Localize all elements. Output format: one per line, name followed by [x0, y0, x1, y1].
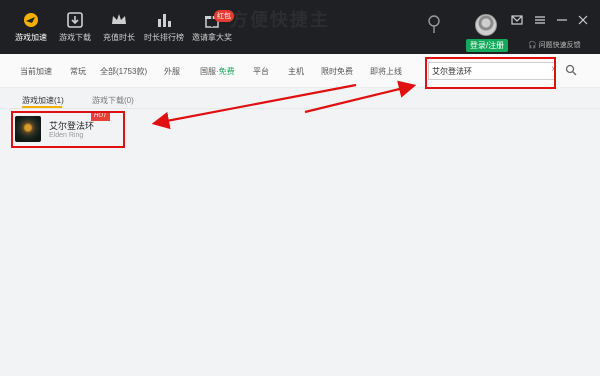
- speed-globe-icon: [24, 13, 38, 27]
- mail-icon[interactable]: [511, 14, 523, 26]
- nav-game-download[interactable]: 游戏下载: [56, 0, 94, 54]
- top-navigation-bar: 方便快捷主 游戏加速 游戏下载 充值时长 时长排行榜 邀请拿大奖 红包 登录/注…: [0, 0, 600, 54]
- tab-game-download[interactable]: 游戏下载(0): [92, 95, 134, 106]
- menu-icon[interactable]: [534, 14, 546, 26]
- nav-label: 时长排行榜: [144, 33, 184, 42]
- free-label: ·免费: [216, 67, 235, 76]
- result-tabs: 游戏加速(1) 游戏下载(0): [0, 92, 600, 108]
- headset-icon: 🎧: [528, 42, 537, 49]
- nav-label: 充值时长: [103, 33, 135, 42]
- login-register-button[interactable]: 登录/注册: [466, 39, 508, 52]
- filter-console[interactable]: 主机: [288, 66, 304, 77]
- filter-overseas[interactable]: 外服: [164, 66, 180, 77]
- filter-current[interactable]: 当前加速: [20, 66, 52, 77]
- highlight-box-search: [425, 57, 556, 89]
- highlight-box-result: [11, 111, 125, 148]
- filter-frequent[interactable]: 常玩: [70, 66, 86, 77]
- nav-ranking[interactable]: 时长排行榜: [142, 0, 186, 54]
- download-icon: [67, 12, 83, 28]
- nav-recharge[interactable]: 充值时长: [100, 0, 138, 54]
- filter-limited-free[interactable]: 限时免费: [321, 66, 353, 77]
- watermark-text: 方便快捷主: [230, 10, 330, 30]
- filter-platform[interactable]: 平台: [253, 66, 269, 77]
- bar-chart-icon: [158, 14, 171, 27]
- pin-icon[interactable]: [426, 14, 442, 34]
- minimize-icon[interactable]: [556, 14, 568, 26]
- feedback-label: 问题快速反馈: [538, 42, 581, 49]
- filter-domestic-label: 国服: [200, 67, 216, 76]
- avatar[interactable]: [475, 14, 497, 36]
- nav-label: 邀请拿大奖: [192, 33, 232, 42]
- tab-game-accelerate[interactable]: 游戏加速(1): [22, 95, 64, 106]
- nav-invite[interactable]: 邀请拿大奖: [190, 0, 234, 54]
- crown-icon: [112, 14, 126, 24]
- divider: [0, 108, 600, 109]
- nav-label: 游戏加速: [15, 33, 47, 42]
- filter-all[interactable]: 全部(1753款): [100, 66, 147, 77]
- red-packet-badge: 红包: [214, 10, 234, 22]
- search-icon[interactable]: [565, 64, 577, 76]
- nav-label: 游戏下载: [59, 33, 91, 42]
- filter-upcoming[interactable]: 即将上线: [370, 66, 402, 77]
- filter-domestic[interactable]: 国服·免费: [200, 66, 235, 77]
- feedback-link[interactable]: 🎧 问题快速反馈: [528, 40, 581, 50]
- close-icon[interactable]: [577, 14, 589, 26]
- nav-game-accelerate[interactable]: 游戏加速: [12, 0, 50, 54]
